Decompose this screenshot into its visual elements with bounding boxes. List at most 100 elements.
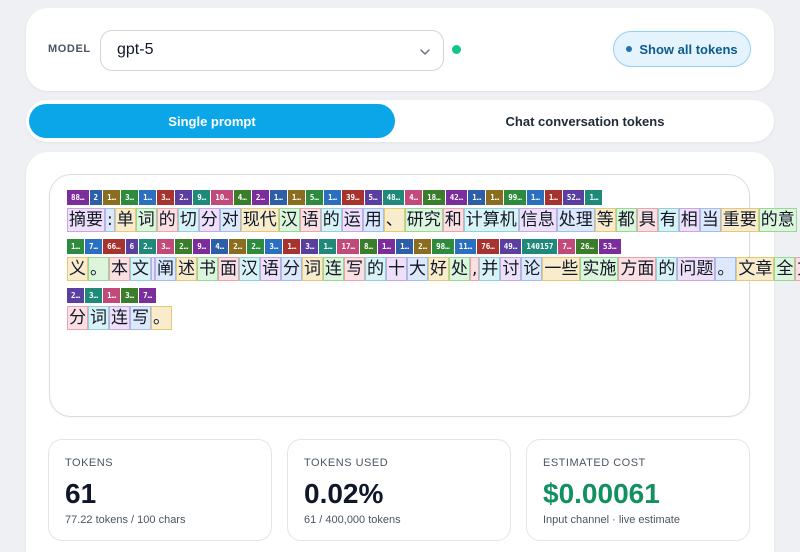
token-span[interactable]: 述: [176, 257, 197, 281]
token-span[interactable]: 一些: [542, 257, 581, 281]
token-span[interactable]: 全: [774, 257, 796, 281]
token-span[interactable]: 对: [219, 208, 241, 232]
token-span[interactable]: 现代: [240, 208, 279, 232]
token-span[interactable]: 单: [114, 208, 136, 232]
token-id-chip: 4…: [405, 190, 423, 205]
token-span[interactable]: 处: [449, 257, 470, 281]
token-span[interactable]: 。: [151, 306, 172, 330]
token-span[interactable]: 分: [198, 208, 220, 232]
tab-single-prompt[interactable]: Single prompt: [29, 104, 395, 138]
token-id-chip: 2…: [175, 239, 193, 254]
token-span[interactable]: 十: [386, 257, 407, 281]
token-id-chip: 1…: [269, 190, 287, 205]
model-bar: MODEL gpt-5 Show all tokens: [26, 8, 774, 91]
token-id-chip: 2: [89, 190, 103, 205]
token-span[interactable]: 。: [88, 257, 109, 281]
token-id-row: 1… 7… 66… 6 2… 3… 2… 9… 4… 2… 2… 3… 1… 3… 1… 17… 8… 1… 1… 2…: [67, 239, 737, 254]
token-span[interactable]: 研究: [404, 208, 443, 232]
token-span[interactable]: 连: [109, 306, 130, 330]
token-id-row: 2… 3… 1… 3… 7…: [67, 288, 737, 303]
token-span[interactable]: 语: [299, 208, 321, 232]
token-span[interactable]: 信息: [518, 208, 557, 232]
show-all-tokens-button[interactable]: Show all tokens: [613, 31, 751, 67]
token-span[interactable]: 。: [715, 257, 737, 281]
tokens-stat-value: 61: [65, 478, 97, 509]
token-id-row: 88… 2 1… 3… 1… 3… 2… 9… 10… 4… 2… 1… 1… 5… 1… 39… 5… 48… 4…: [67, 190, 737, 205]
token-id-chip: 3…: [301, 239, 319, 254]
token-id-chip: 1…: [378, 239, 396, 254]
token-span[interactable]: 好: [428, 257, 449, 281]
token-span[interactable]: 问题: [677, 257, 716, 281]
token-span[interactable]: 大: [407, 257, 428, 281]
token-id-chip: 1…: [319, 239, 337, 254]
token-span[interactable]: 处理: [556, 208, 595, 232]
token-id-chip: 11…: [454, 239, 477, 254]
token-span[interactable]: 重要: [720, 208, 759, 232]
token-span[interactable]: ,: [470, 257, 480, 281]
token-id-chip: 1…: [585, 190, 603, 205]
token-span[interactable]: 都: [615, 208, 637, 232]
show-all-tokens-label: Show all tokens: [639, 41, 738, 57]
token-span[interactable]: 语: [260, 257, 281, 281]
token-span[interactable]: 有: [657, 208, 679, 232]
token-span[interactable]: 本: [109, 257, 130, 281]
token-id-chip: 42…: [445, 190, 468, 205]
token-span[interactable]: 分: [281, 257, 302, 281]
token-span[interactable]: 并: [479, 257, 501, 281]
tab-chat-conversation[interactable]: Chat conversation tokens: [400, 104, 770, 138]
token-id-chip: 6: [125, 239, 139, 254]
token-text-row: 摘要: 单词的切分对现代汉语的运用、研究和计算机 信息 处理等都具有相当重要 的意: [67, 208, 797, 232]
token-span[interactable]: 文: [130, 257, 151, 281]
token-id-chip: 52…: [562, 190, 585, 205]
token-span[interactable]: 词: [88, 306, 109, 330]
token-span[interactable]: 切: [177, 208, 199, 232]
token-id-chip: 1…: [396, 239, 414, 254]
token-span[interactable]: 讨: [500, 257, 522, 281]
token-span[interactable]: 相: [678, 208, 700, 232]
token-span[interactable]: 书: [197, 257, 218, 281]
token-span[interactable]: 面: [218, 257, 239, 281]
token-span[interactable]: 的意: [758, 208, 797, 232]
token-span[interactable]: 文: [795, 257, 800, 281]
token-id-chip: 2…: [414, 239, 432, 254]
token-span[interactable]: 等: [594, 208, 616, 232]
token-span[interactable]: 实施: [580, 257, 619, 281]
token-span[interactable]: 词: [302, 257, 323, 281]
token-span[interactable]: 汉: [278, 208, 300, 232]
token-span[interactable]: 的: [320, 208, 342, 232]
token-id-chip: 7…: [558, 239, 576, 254]
token-span[interactable]: 具: [636, 208, 658, 232]
token-span[interactable]: 计算机: [463, 208, 519, 232]
token-span[interactable]: 方面: [618, 257, 657, 281]
token-span[interactable]: 运: [341, 208, 363, 232]
token-span[interactable]: 连: [323, 257, 344, 281]
token-span[interactable]: 文章: [736, 257, 775, 281]
token-span[interactable]: 摘要: [67, 208, 105, 232]
token-id-chip: 9…: [193, 190, 211, 205]
token-span[interactable]: 义: [67, 257, 88, 281]
token-span[interactable]: 的: [156, 208, 178, 232]
tokens-stat-card: TOKENS 61 77.22 tokens / 100 chars: [48, 439, 272, 541]
token-text-row: 义。本文阐述书面汉语分词连写的十大好处,并讨论一些实施方面的问题。文章全文: [67, 257, 800, 281]
token-span[interactable]: 写: [130, 306, 151, 330]
token-span[interactable]: :: [105, 208, 115, 232]
token-span[interactable]: 用: [362, 208, 384, 232]
token-span[interactable]: 当: [699, 208, 721, 232]
token-id-chip: 1…: [544, 190, 562, 205]
token-span[interactable]: 阐: [155, 257, 176, 281]
model-select[interactable]: gpt-5: [100, 30, 444, 71]
token-span[interactable]: 的: [656, 257, 678, 281]
token-id-chip: 26…: [576, 239, 598, 254]
token-span[interactable]: 论: [521, 257, 543, 281]
token-span[interactable]: 分: [67, 306, 88, 330]
token-span[interactable]: 和: [442, 208, 464, 232]
token-span[interactable]: 写: [344, 257, 365, 281]
tokens-stat-sub: 77.22 tokens / 100 chars: [65, 514, 186, 526]
token-id-chip: 3…: [157, 190, 175, 205]
token-id-chip: 1…: [486, 190, 504, 205]
token-span[interactable]: 汉: [239, 257, 260, 281]
token-span[interactable]: 、: [383, 208, 405, 232]
token-span[interactable]: 的: [365, 257, 386, 281]
token-span[interactable]: 词: [135, 208, 157, 232]
token-id-chip: 9…: [193, 239, 211, 254]
